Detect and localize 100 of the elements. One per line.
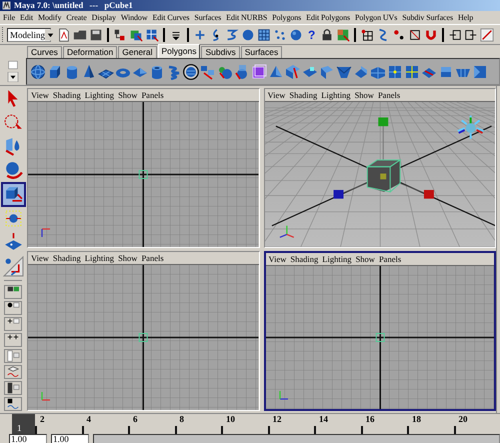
menu-item[interactable]: Lighting <box>321 90 351 100</box>
output-icon[interactable] <box>464 28 478 42</box>
current-frame-marker[interactable]: 1 <box>12 414 35 434</box>
construction-history-icon[interactable] <box>480 28 494 42</box>
menu-item[interactable]: Modify <box>36 12 62 24</box>
menu-item[interactable]: Panels <box>378 90 400 100</box>
layout-icon[interactable] <box>4 285 22 299</box>
menu-item[interactable]: Shading <box>289 90 318 100</box>
view-snap-icon[interactable] <box>408 28 422 42</box>
menu-item[interactable]: Panels <box>141 90 164 100</box>
menu-item[interactable]: Shading <box>52 90 81 100</box>
shelf-menu-arrow-icon[interactable] <box>6 72 20 82</box>
input-icon[interactable] <box>448 28 462 42</box>
frame-label: 20 <box>458 414 468 424</box>
sphere-icon[interactable] <box>30 64 46 80</box>
point-snap-icon[interactable] <box>392 28 406 42</box>
sphere-icon[interactable] <box>289 28 303 42</box>
s-curve-icon[interactable] <box>225 28 239 42</box>
frame-label: 6 <box>133 414 138 424</box>
viewport-panel[interactable]: View Shading Lighting Show Panels <box>264 251 496 411</box>
layout-icon[interactable] <box>4 317 22 331</box>
cone-icon[interactable] <box>81 64 97 80</box>
pipe-icon[interactable] <box>149 64 165 80</box>
menu-item[interactable]: Show <box>356 254 375 264</box>
menu-item[interactable]: Window <box>120 12 148 24</box>
menu-item[interactable]: Panels <box>141 253 164 263</box>
faces-icon[interactable] <box>268 64 284 80</box>
points-icon[interactable] <box>273 28 287 42</box>
layout-icon[interactable] <box>4 365 22 379</box>
shelf-tab[interactable]: Surfaces <box>240 46 282 58</box>
faces-icon[interactable] <box>353 64 369 80</box>
cylinder-icon[interactable] <box>64 64 80 80</box>
menu-item[interactable]: Panels <box>378 254 402 264</box>
layout-icon[interactable] <box>4 381 22 395</box>
layout-icon[interactable] <box>4 301 22 315</box>
menu-item[interactable]: Edit Polygons <box>305 12 351 24</box>
shelf-tab[interactable]: Subdivs <box>201 46 240 58</box>
move-tool-icon[interactable] <box>2 184 24 205</box>
sphere-in-circle-icon[interactable] <box>183 64 199 80</box>
menu-item[interactable]: Shading <box>52 253 81 263</box>
menu-item[interactable]: File <box>2 12 16 24</box>
menu-item[interactable]: Show <box>354 90 374 100</box>
sphere-icon[interactable] <box>241 28 255 42</box>
grid-icon[interactable] <box>257 28 271 42</box>
menu-item[interactable]: Display <box>90 12 117 24</box>
menu-item[interactable]: Surfaces <box>193 12 222 24</box>
magnet-icon[interactable] <box>424 28 438 42</box>
menu-item[interactable]: View <box>268 254 286 264</box>
faces-icon[interactable] <box>319 64 335 80</box>
glowing-cube-icon[interactable] <box>251 64 267 80</box>
menu-item[interactable]: Polygons <box>271 12 302 24</box>
hierarchy-icon[interactable] <box>113 28 127 42</box>
menu-item[interactable]: Shading <box>290 254 318 264</box>
menu-item[interactable]: Edit NURBS <box>225 12 268 24</box>
menu-item[interactable]: Show <box>118 253 138 263</box>
menu-item[interactable]: Show <box>118 90 138 100</box>
menu-item[interactable]: Create <box>65 12 88 24</box>
menu-item[interactable]: Lighting <box>84 253 114 263</box>
cube-icon[interactable] <box>47 64 63 80</box>
component-mode-icon[interactable] <box>145 28 159 42</box>
faces-icon[interactable] <box>472 64 488 80</box>
document-icon[interactable] <box>57 28 71 42</box>
plus-icon[interactable] <box>193 28 207 42</box>
viewport-panel[interactable]: View Shading Lighting Show Panels <box>27 251 260 411</box>
viewport-panel[interactable]: View Shading Lighting Show Panels <box>264 88 496 248</box>
menu-item[interactable]: Help <box>456 12 474 24</box>
menu-item[interactable]: Edit <box>19 12 34 24</box>
app-icon <box>2 1 11 10</box>
scale-tool-icon[interactable] <box>2 208 24 229</box>
menu-item[interactable]: View <box>31 253 49 263</box>
shelf-tab[interactable]: General <box>118 46 156 58</box>
menu-item[interactable]: View <box>268 90 286 100</box>
menu-item[interactable]: Polygon UVs <box>354 12 398 24</box>
viewport-panel[interactable]: View Shading Lighting Show Panels <box>27 88 260 248</box>
end-time-field[interactable]: 1.00 <box>51 434 89 443</box>
faces-icon[interactable] <box>234 64 250 80</box>
range-slider-bar[interactable] <box>93 434 500 443</box>
start-time-field[interactable]: 1.00 <box>9 434 47 443</box>
faces-icon[interactable] <box>387 64 403 80</box>
object-mode-icon[interactable] <box>129 28 143 42</box>
faces-icon[interactable] <box>336 64 352 80</box>
grid-snap-icon[interactable] <box>360 28 374 42</box>
layout-icon[interactable] <box>4 333 22 347</box>
shelf-tab[interactable]: Polygons <box>158 44 200 58</box>
menu-item[interactable]: Lighting <box>84 90 114 100</box>
checker-icon[interactable] <box>336 28 350 42</box>
menu-item[interactable]: View <box>31 90 49 100</box>
last-tool-icon[interactable] <box>2 256 24 277</box>
shelf-tab[interactable]: Curves <box>27 46 62 58</box>
menu-item[interactable]: Subdiv Surfaces <box>401 12 454 24</box>
shelf-tab[interactable]: Deformation <box>62 46 118 58</box>
frame-label: 4 <box>86 414 91 424</box>
faces-icon[interactable] <box>285 64 301 80</box>
menu-item[interactable]: Lighting <box>322 254 352 264</box>
frame-label: 10 <box>226 414 235 424</box>
folder-icon[interactable] <box>73 28 87 42</box>
layout-icon[interactable] <box>4 397 22 411</box>
lock-icon[interactable] <box>320 28 334 42</box>
save-icon[interactable] <box>89 28 103 42</box>
menu-item[interactable]: Edit Curves <box>152 12 190 24</box>
